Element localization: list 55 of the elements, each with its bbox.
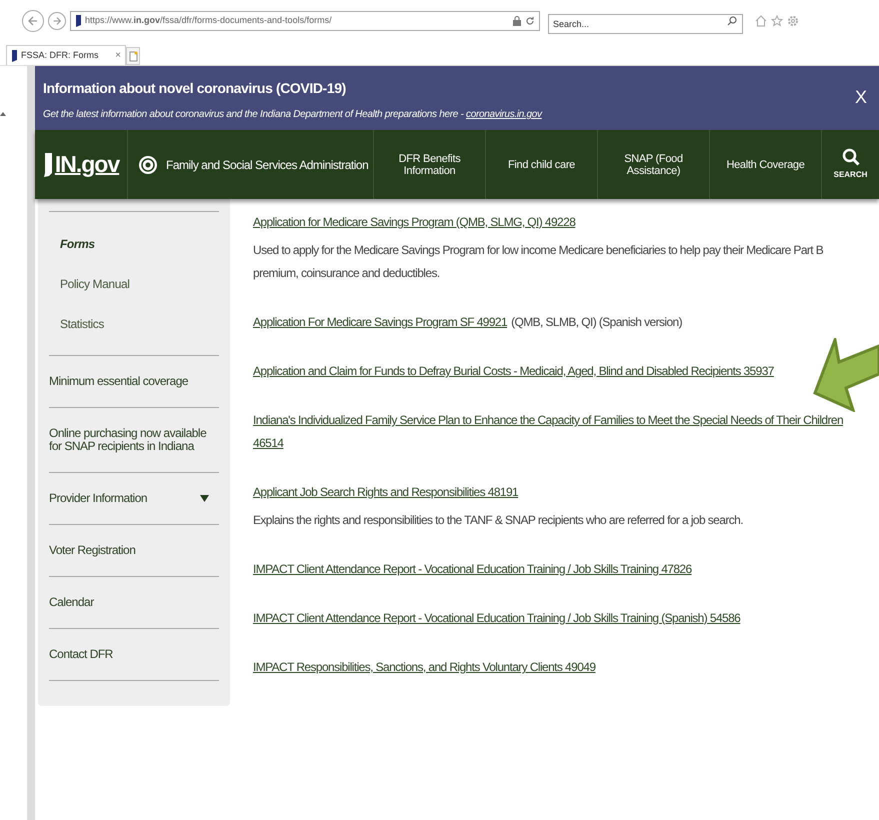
alert-link[interactable]: coronavirus.in.gov [466, 109, 542, 120]
tab-title: FSSA: DFR: Forms [21, 48, 100, 62]
settings-icon[interactable] [787, 15, 799, 27]
nav-link[interactable]: Find child care [486, 130, 598, 199]
lock-icon [513, 16, 521, 26]
alert-title: Information about novel coronavirus (COVID-19) [43, 79, 347, 98]
form-link[interactable]: Applicant Job Search Rights and Responsibilities 48191 [253, 481, 518, 504]
back-button[interactable] [22, 10, 44, 32]
nav-link[interactable]: SNAP (Food Assistance) [598, 130, 710, 199]
form-link[interactable]: IMPACT Responsibilities, Sanctions, and Rights Voluntary Clients 49049 [253, 656, 596, 679]
search-button[interactable]: SEARCH [822, 130, 879, 199]
sidebar-link[interactable]: Contact DFR [49, 648, 113, 661]
back-arrow-icon [27, 15, 39, 27]
nav-link[interactable]: Health Coverage [710, 130, 822, 199]
caret-down-icon[interactable] [200, 495, 209, 502]
search-field[interactable]: Search... [548, 14, 743, 34]
forward-arrow-icon [52, 16, 62, 26]
alert-text: Get the latest information about coronavirus and the Indiana Department of Health preparations here - [43, 109, 465, 120]
form-link[interactable]: Application and Claim for Funds to Defray Burial Costs - Medicaid, Aged, Blind and Disabled Recipients 35937 [253, 360, 774, 383]
address-bar[interactable]: https://www.in.gov/fssa/dfr/forms-documents-and-tools/forms/ [70, 11, 540, 31]
form-link[interactable]: IMPACT Client Attendance Report - Vocational Education Training / Job Skills Training (Spanish) 54586 [253, 607, 740, 630]
search-icon [842, 148, 860, 166]
browser-tab[interactable]: FSSA: DFR: Forms × [6, 45, 126, 65]
sidebar-link[interactable]: Calendar [49, 596, 94, 609]
search-icon [727, 16, 737, 26]
new-page-icon [128, 50, 138, 62]
sidebar-subitem[interactable]: Forms [60, 235, 219, 253]
agency-name: Family and Social Services Administration [166, 156, 368, 174]
sidebar-link[interactable]: Online purchasing now available for SNAP recipients in Indiana [49, 427, 219, 453]
site-icon [11, 50, 17, 62]
home-icon[interactable] [755, 15, 767, 27]
form-link[interactable]: Indiana's Individualized Family Service Plan to Enhance the Capacity of Families to Meet the Special Needs of Their Children 46514 [253, 409, 867, 455]
new-tab-button[interactable] [126, 47, 140, 65]
state-outline-icon [42, 152, 53, 176]
refresh-icon[interactable] [525, 16, 535, 26]
sidebar-link[interactable]: Minimum essential coverage [49, 375, 188, 388]
sidebar-subitem[interactable]: Statistics [60, 315, 219, 333]
site-icon [75, 15, 81, 27]
close-button[interactable]: X [854, 84, 867, 111]
form-description: Used to apply for the Medicare Savings Program for low income Medicare beneficiaries to help pay their Medicare Part B premium, coinsurance and deductibles. [253, 242, 824, 282]
form-link[interactable]: Application for Medicare Savings Program (QMB, SLMG, QI) 49228 [253, 211, 576, 234]
nav-link[interactable]: DFR Benefits Information [374, 130, 486, 199]
sidebar-link[interactable]: Voter Registration [49, 544, 136, 557]
sidebar-subitem[interactable]: Policy Manual [60, 275, 219, 293]
sidebar-link[interactable]: Provider Information [49, 492, 148, 505]
form-link[interactable]: Application For Medicare Savings Program SF 49921 [253, 311, 508, 334]
form-link[interactable]: IMPACT Client Attendance Report - Vocational Education Training / Job Skills Training 47826 [253, 558, 692, 581]
star-icon[interactable] [771, 15, 783, 27]
url-text: https://www.in.gov/fssa/dfr/forms-documents-and-tools/forms/ [85, 14, 333, 28]
forward-button[interactable] [48, 12, 66, 30]
seal-icon [138, 154, 158, 174]
form-note: (QMB, SLMB, QI) (Spanish version) [511, 314, 682, 331]
close-tab-button[interactable]: × [115, 48, 121, 63]
scroll-arrow-icon [0, 111, 6, 117]
form-description: Explains the rights and responsibilities to the TANF & SNAP recipients who are referred for a job search. [253, 512, 744, 529]
